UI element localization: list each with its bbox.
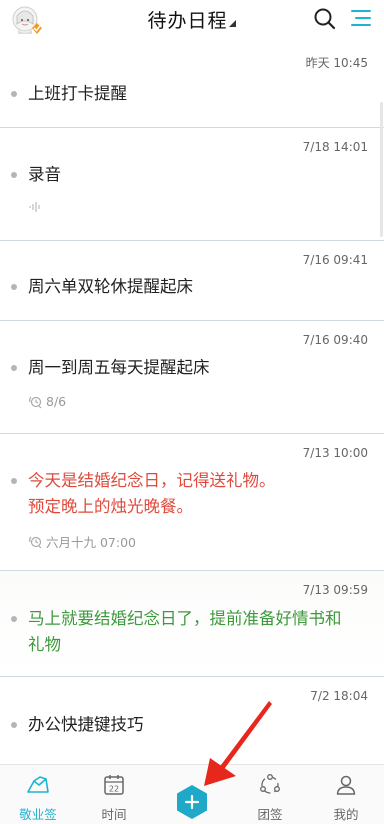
item-text-line-2: 礼物: [28, 635, 61, 654]
audio-indicator[interactable]: [28, 200, 42, 214]
nav-label: 团签: [257, 807, 283, 822]
item-text: 上班打卡提醒: [28, 84, 127, 103]
bullet-dot: [11, 172, 17, 178]
search-button[interactable]: [312, 6, 338, 32]
item-text-line-1: 马上就要结婚纪念日了，提前准备好情书和: [28, 609, 342, 628]
title-dropdown-icon[interactable]: [228, 20, 237, 28]
app-header: 待办日程: [0, 0, 384, 42]
note-icon: [27, 776, 49, 793]
add-button[interactable]: [174, 784, 210, 820]
list-item[interactable]: 7/13 09:59 马上就要结婚纪念日了，提前准备好情书和 礼物: [0, 571, 384, 677]
item-text: 周一到周五每天提醒起床: [28, 358, 210, 377]
bullet-dot: [11, 365, 17, 371]
calendar-icon: 22: [104, 775, 124, 795]
item-text: 办公快捷键技巧: [28, 715, 144, 734]
reminder-time: 六月十九 07:00: [28, 532, 136, 551]
item-time: 昨天 10:45: [305, 56, 368, 70]
bullet-dot: [11, 478, 17, 484]
alarm-icon: [29, 536, 42, 549]
nav-label: 我的: [333, 807, 359, 822]
item-text-line-2: 预定晚上的烛光晚餐。: [28, 497, 193, 516]
repeat-text: 8/6: [46, 394, 67, 409]
nav-label: 敬业签: [19, 807, 57, 822]
audio-wave-icon: [29, 202, 40, 212]
bullet-dot: [11, 284, 17, 290]
menu-icon: [351, 10, 371, 26]
list-item[interactable]: 7/13 10:00 今天是结婚纪念日，记得送礼物。 预定晚上的烛光晚餐。 六月…: [0, 434, 384, 571]
item-time: 7/18 14:01: [302, 140, 368, 154]
repeat-alarm-icon: [29, 396, 42, 409]
nav-item-time[interactable]: 22 时间: [76, 765, 152, 824]
item-time: 7/13 10:00: [302, 446, 368, 460]
list-item[interactable]: 7/18 14:01 录音: [0, 128, 384, 241]
bullet-dot: [11, 722, 17, 728]
list-item[interactable]: 7/16 09:40 周一到周五每天提醒起床 8/6: [0, 321, 384, 434]
list-item[interactable]: 昨天 10:45 上班打卡提醒: [0, 42, 384, 128]
list-item[interactable]: 7/16 09:41 周六单双轮休提醒起床: [0, 241, 384, 321]
scrollbar[interactable]: [380, 102, 383, 237]
bullet-dot: [11, 91, 17, 97]
item-time: 7/2 18:04: [310, 689, 368, 703]
item-time: 7/13 09:59: [302, 583, 368, 597]
page-title[interactable]: 待办日程: [147, 10, 227, 32]
nav-item-team[interactable]: 团签: [232, 765, 308, 824]
profile-icon: [336, 775, 356, 795]
menu-button[interactable]: [349, 8, 373, 30]
item-time: 7/16 09:41: [302, 253, 368, 267]
team-icon: [260, 774, 280, 794]
item-time: 7/16 09:40: [302, 333, 368, 347]
nav-item-profile[interactable]: 我的: [308, 765, 384, 824]
nav-label: 时间: [101, 807, 127, 822]
calendar-day: 22: [109, 785, 119, 794]
search-icon: [314, 8, 336, 30]
nav-item-notes[interactable]: 敬业签: [0, 765, 76, 824]
item-text-line-1: 今天是结婚纪念日，记得送礼物。: [28, 471, 276, 490]
item-text: 周六单双轮休提醒起床: [28, 277, 193, 296]
todo-list[interactable]: 昨天 10:45 上班打卡提醒 7/18 14:01 录音 7/16 09:41…: [0, 42, 384, 764]
bullet-dot: [11, 616, 17, 622]
item-text: 录音: [28, 165, 61, 184]
add-icon: [177, 785, 207, 819]
reminder-text: 六月十九 07:00: [46, 535, 136, 550]
list-item[interactable]: 7/2 18:04 办公快捷键技巧: [0, 677, 384, 764]
repeat-reminder: 8/6: [28, 394, 66, 409]
